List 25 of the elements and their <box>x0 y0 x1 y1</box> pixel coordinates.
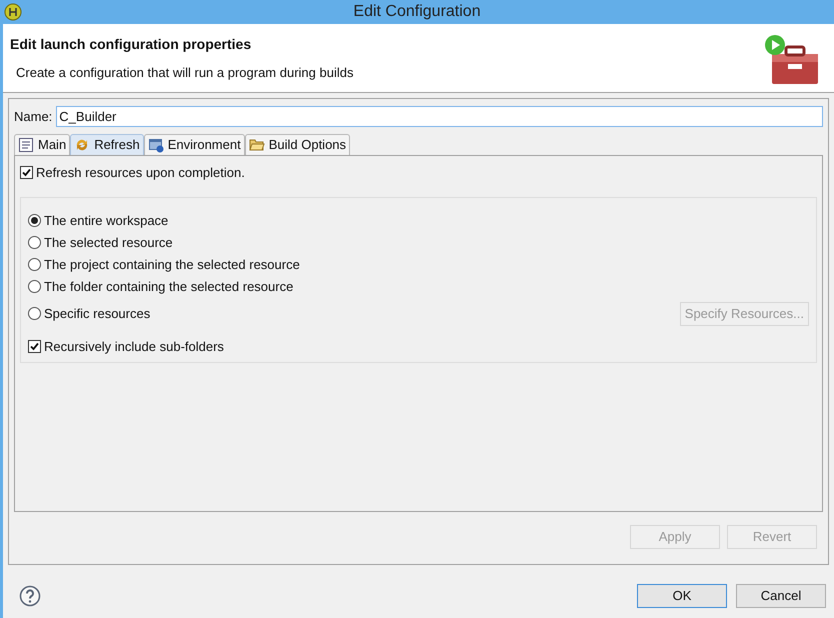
header-description: Create a configuration that will run a program during builds <box>16 64 354 82</box>
checkbox[interactable]: Refresh resources upon completion. <box>20 163 817 182</box>
header-title: Edit launch configuration properties <box>10 35 252 54</box>
checkmark-icon <box>30 342 39 351</box>
radio-button[interactable]: The folder containing the selected resource <box>28 276 294 296</box>
checkmark-icon <box>22 168 31 178</box>
radio-button[interactable]: Specific resources <box>28 304 150 324</box>
radio-button[interactable]: The entire workspace <box>28 210 168 230</box>
tab[interactable]: Refresh <box>70 134 144 155</box>
window-title: Edit Configuration <box>353 2 481 22</box>
dialog-button[interactable]: OK <box>637 584 727 608</box>
tab[interactable]: Main <box>14 134 70 155</box>
name-field[interactable]: C_Builder <box>56 106 823 127</box>
radio-button[interactable]: The project containing the selected resource <box>28 254 300 274</box>
document-icon <box>18 137 34 153</box>
dialog-button[interactable]: Cancel <box>736 584 826 608</box>
tab[interactable]: Build Options <box>244 134 350 155</box>
window-icon <box>148 137 164 153</box>
folder-icon <box>248 137 265 153</box>
help-icon[interactable] <box>19 585 41 607</box>
app-icon <box>4 3 22 21</box>
checkbox[interactable]: Recursively include sub-folders <box>28 336 809 356</box>
tab[interactable]: Environment <box>144 134 245 155</box>
name-label: Name: <box>14 108 52 126</box>
radio-button[interactable]: The selected resource <box>28 232 173 252</box>
